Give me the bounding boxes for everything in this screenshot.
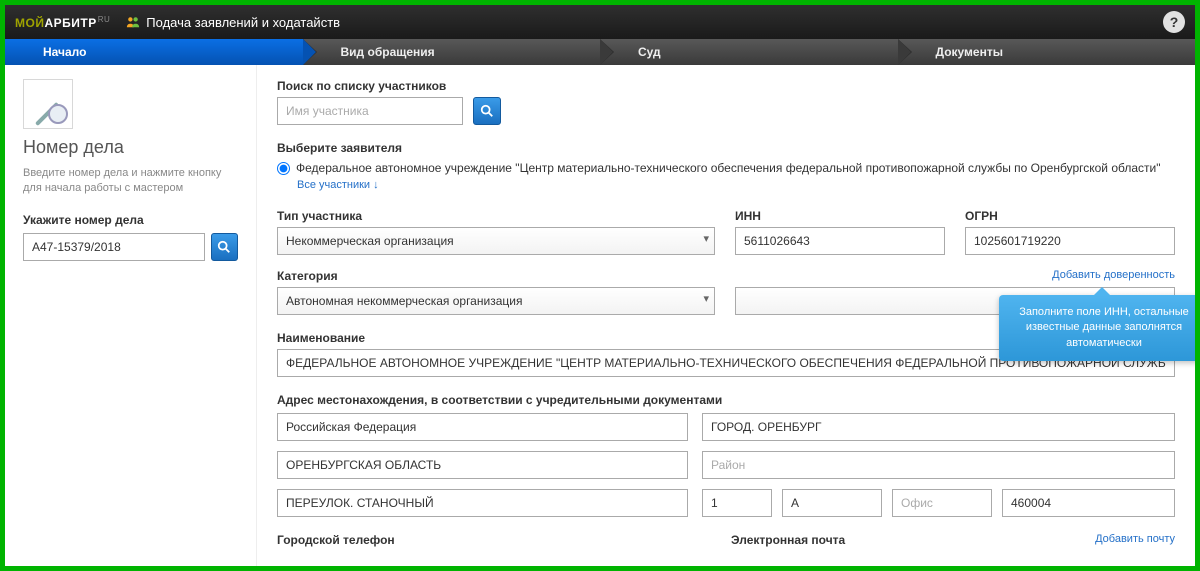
ogrn-label: ОГРН <box>965 209 1175 223</box>
logo-moy: МОЙ <box>15 16 44 30</box>
main-panel: Поиск по списку участников Выберите заяв… <box>257 65 1195 566</box>
page-title: Подача заявлений и ходатайств <box>146 15 340 30</box>
case-number-input[interactable] <box>23 233 205 261</box>
sidebar-heading: Номер дела <box>23 137 238 158</box>
applicant-radio[interactable] <box>277 162 290 175</box>
logo-ru: RU <box>98 15 111 24</box>
all-participants-link[interactable]: Все участники ↓ <box>297 179 1175 191</box>
type-select[interactable]: Некоммерческая организация <box>277 227 715 255</box>
people-icon <box>126 15 140 29</box>
step-docs[interactable]: Документы <box>898 39 1196 65</box>
addr-building-input[interactable] <box>782 489 882 517</box>
step-label: Вид обращения <box>341 45 435 59</box>
search-icon <box>480 104 494 118</box>
step-type[interactable]: Вид обращения <box>303 39 601 65</box>
case-search-button[interactable] <box>211 233 238 261</box>
add-proxy-link[interactable]: Добавить доверенность <box>1052 269 1175 281</box>
category-label: Категория <box>277 269 715 283</box>
search-label: Поиск по списку участников <box>277 79 1175 93</box>
step-label: Начало <box>43 45 86 59</box>
inn-input[interactable] <box>735 227 945 255</box>
category-select[interactable]: Автономная некоммерческая организация <box>277 287 715 315</box>
sidebar: Номер дела Введите номер дела и нажмите … <box>5 65 257 566</box>
logo: МОЙАРБИТРRU <box>15 15 110 30</box>
inn-tooltip: Заполните поле ИНН, остальные известные … <box>999 295 1195 361</box>
step-start[interactable]: Начало <box>5 39 303 65</box>
page-title-wrap: Подача заявлений и ходатайств <box>126 15 340 30</box>
logo-arb: АРБИТР <box>44 16 96 30</box>
step-bar: Начало Вид обращения Суд Документы <box>5 39 1195 65</box>
addr-zip-input[interactable] <box>1002 489 1175 517</box>
tooltip-text: Заполните поле ИНН, остальные известные … <box>1019 306 1189 349</box>
addr-street-input[interactable] <box>277 489 688 517</box>
add-email-link[interactable]: Добавить почту <box>1095 533 1175 545</box>
help-button[interactable]: ? <box>1163 11 1185 33</box>
step-court[interactable]: Суд <box>600 39 898 65</box>
addr-house-input[interactable] <box>702 489 772 517</box>
type-label: Тип участника <box>277 209 715 223</box>
addr-office-input[interactable] <box>892 489 992 517</box>
step-label: Суд <box>638 45 661 59</box>
case-icon <box>23 79 73 129</box>
step-label: Документы <box>936 45 1003 59</box>
addr-label: Адрес местонахождения, в соответствии с … <box>277 393 1175 407</box>
case-label: Укажите номер дела <box>23 213 238 227</box>
addr-district-input[interactable] <box>702 451 1175 479</box>
topbar: МОЙАРБИТРRU Подача заявлений и ходатайст… <box>5 5 1195 39</box>
participant-search-button[interactable] <box>473 97 501 125</box>
phone-label: Городской телефон <box>277 533 717 547</box>
participant-search-input[interactable] <box>277 97 463 125</box>
select-applicant-label: Выберите заявителя <box>277 141 1175 155</box>
addr-country-input[interactable] <box>277 413 688 441</box>
ogrn-input[interactable] <box>965 227 1175 255</box>
search-icon <box>217 240 231 254</box>
applicant-name: Федеральное автономное учреждение "Центр… <box>296 161 1161 175</box>
addr-city-input[interactable] <box>702 413 1175 441</box>
sidebar-desc: Введите номер дела и нажмите кнопку для … <box>23 166 238 197</box>
inn-label: ИНН <box>735 209 945 223</box>
addr-region-input[interactable] <box>277 451 688 479</box>
